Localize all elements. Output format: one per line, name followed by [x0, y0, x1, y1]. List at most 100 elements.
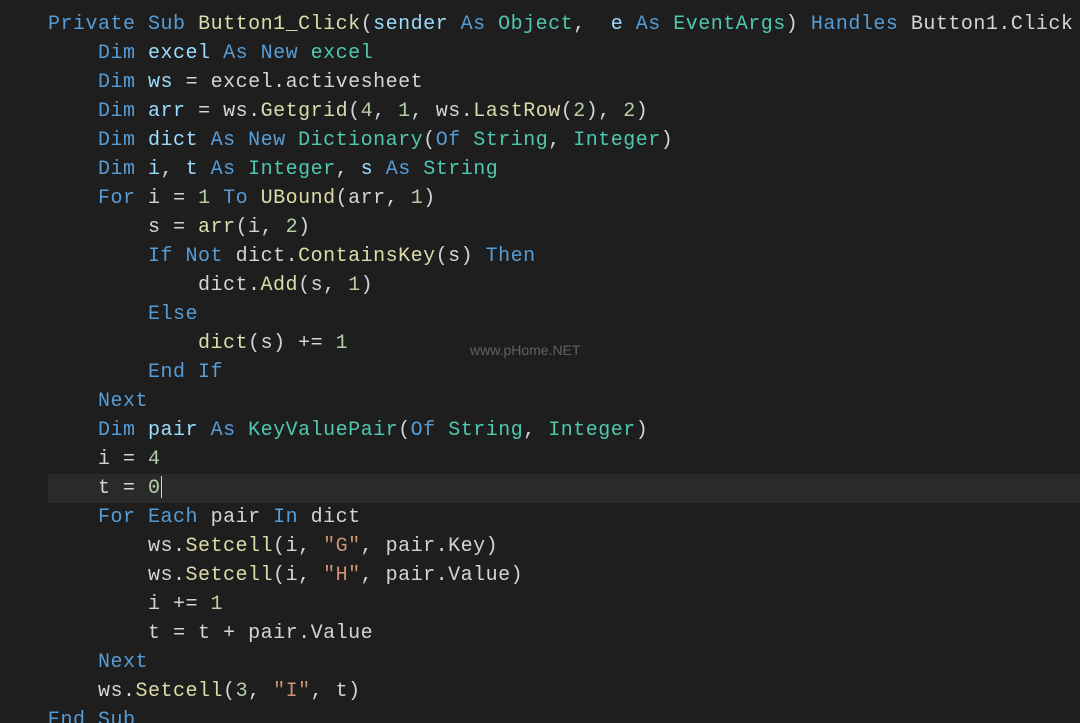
- code-token: Dim: [98, 71, 136, 94]
- code-token: i: [98, 448, 111, 471]
- code-line[interactable]: i += 1: [48, 590, 1080, 619]
- code-token: dict.: [198, 274, 261, 297]
- code-token: t: [198, 622, 211, 645]
- code-token: "H": [323, 564, 361, 587]
- code-token: ,: [248, 680, 273, 703]
- code-line[interactable]: End If: [48, 358, 1080, 387]
- code-token: 4: [148, 448, 161, 471]
- code-token: =: [161, 216, 199, 239]
- code-line[interactable]: ws.Setcell(i, "G", pair.Key): [48, 532, 1080, 561]
- code-token: (: [436, 245, 449, 268]
- code-line[interactable]: Dim dict As New Dictionary(Of String, In…: [48, 126, 1080, 155]
- code-line[interactable]: Dim arr = ws.Getgrid(4, 1, ws.LastRow(2)…: [48, 97, 1080, 126]
- code-token: dict: [311, 506, 361, 529]
- code-line[interactable]: Private Sub Button1_Click(sender As Obje…: [48, 10, 1080, 39]
- code-line[interactable]: For i = 1 To UBound(arr, 1): [48, 184, 1080, 213]
- code-token: (: [248, 332, 261, 355]
- code-token: [211, 42, 224, 65]
- code-line[interactable]: dict(s) += 1: [48, 329, 1080, 358]
- code-token: s: [148, 216, 161, 239]
- code-token: Setcell: [186, 535, 274, 558]
- code-token: Integer: [248, 158, 336, 181]
- code-token: String: [448, 419, 523, 442]
- code-token: [411, 158, 424, 181]
- code-token: arr: [148, 100, 186, 123]
- code-token: ws.: [436, 100, 474, 123]
- code-line[interactable]: ws.Setcell(i, "H", pair.Value): [48, 561, 1080, 590]
- code-line[interactable]: i = 4: [48, 445, 1080, 474]
- code-line[interactable]: If Not dict.ContainsKey(s) Then: [48, 242, 1080, 271]
- code-token: Integer: [548, 419, 636, 442]
- code-token: ContainsKey: [298, 245, 436, 268]
- code-token: As: [211, 158, 236, 181]
- code-token: [186, 13, 199, 36]
- code-token: [236, 419, 249, 442]
- code-line[interactable]: For Each pair In dict: [48, 503, 1080, 532]
- code-token: 2: [623, 100, 636, 123]
- code-token: (: [561, 100, 574, 123]
- code-token: ws.: [148, 535, 186, 558]
- code-line[interactable]: Dim excel As New excel: [48, 39, 1080, 68]
- code-token: (: [223, 680, 236, 703]
- code-token: (: [236, 216, 249, 239]
- code-token: =: [161, 622, 199, 645]
- code-token: i: [286, 564, 299, 587]
- code-token: For: [98, 506, 136, 529]
- code-line[interactable]: Else: [48, 300, 1080, 329]
- code-token: =: [111, 448, 149, 471]
- code-token: As: [386, 158, 411, 181]
- code-token: Add: [261, 274, 299, 297]
- code-line[interactable]: t = 0: [48, 474, 1080, 503]
- code-token: 1: [411, 187, 424, 210]
- code-line[interactable]: End Sub: [48, 706, 1080, 723]
- code-token: ),: [586, 100, 624, 123]
- code-token: Dim: [98, 100, 136, 123]
- code-token: 2: [573, 100, 586, 123]
- code-token: [436, 419, 449, 442]
- code-line[interactable]: t = t + pair.Value: [48, 619, 1080, 648]
- code-token: =: [173, 71, 211, 94]
- code-line[interactable]: Dim i, t As Integer, s As String: [48, 155, 1080, 184]
- code-token: 1: [198, 187, 211, 210]
- code-token: ): [486, 535, 499, 558]
- code-token: New: [261, 42, 299, 65]
- code-token: EventArgs: [673, 13, 786, 36]
- code-line[interactable]: ws.Setcell(3, "I", t): [48, 677, 1080, 706]
- code-token: excel: [148, 42, 211, 65]
- code-token: +=: [161, 593, 211, 616]
- code-line[interactable]: Next: [48, 387, 1080, 416]
- code-token: ,: [336, 158, 361, 181]
- code-token: Setcell: [136, 680, 224, 703]
- code-token: Then: [486, 245, 536, 268]
- code-token: =: [186, 100, 224, 123]
- code-line[interactable]: Dim pair As KeyValuePair(Of String, Inte…: [48, 416, 1080, 445]
- code-token: [136, 71, 149, 94]
- code-token: If: [198, 361, 223, 384]
- code-token: e: [611, 13, 624, 36]
- code-token: [298, 42, 311, 65]
- code-token: [298, 506, 311, 529]
- code-token: (: [273, 564, 286, 587]
- code-token: ): [361, 274, 374, 297]
- code-token: (: [336, 187, 349, 210]
- code-token: ,: [386, 187, 411, 210]
- code-token: ,: [323, 274, 348, 297]
- code-token: ,: [311, 680, 336, 703]
- code-line[interactable]: Next: [48, 648, 1080, 677]
- code-token: ,: [261, 216, 286, 239]
- code-token: (: [398, 419, 411, 442]
- code-line[interactable]: Dim ws = excel.activesheet: [48, 68, 1080, 97]
- code-token: +: [211, 622, 249, 645]
- code-token: Each: [148, 506, 198, 529]
- code-token: 4: [361, 100, 374, 123]
- code-editor[interactable]: www.pHome.NET Private Sub Button1_Click(…: [0, 0, 1080, 723]
- code-line[interactable]: s = arr(i, 2): [48, 213, 1080, 242]
- code-token: i: [148, 187, 161, 210]
- code-token: [198, 419, 211, 442]
- code-token: =: [161, 187, 199, 210]
- code-line[interactable]: dict.Add(s, 1): [48, 271, 1080, 300]
- code-token: [136, 100, 149, 123]
- code-token: 1: [348, 274, 361, 297]
- code-token: [186, 361, 199, 384]
- code-token: t: [186, 158, 199, 181]
